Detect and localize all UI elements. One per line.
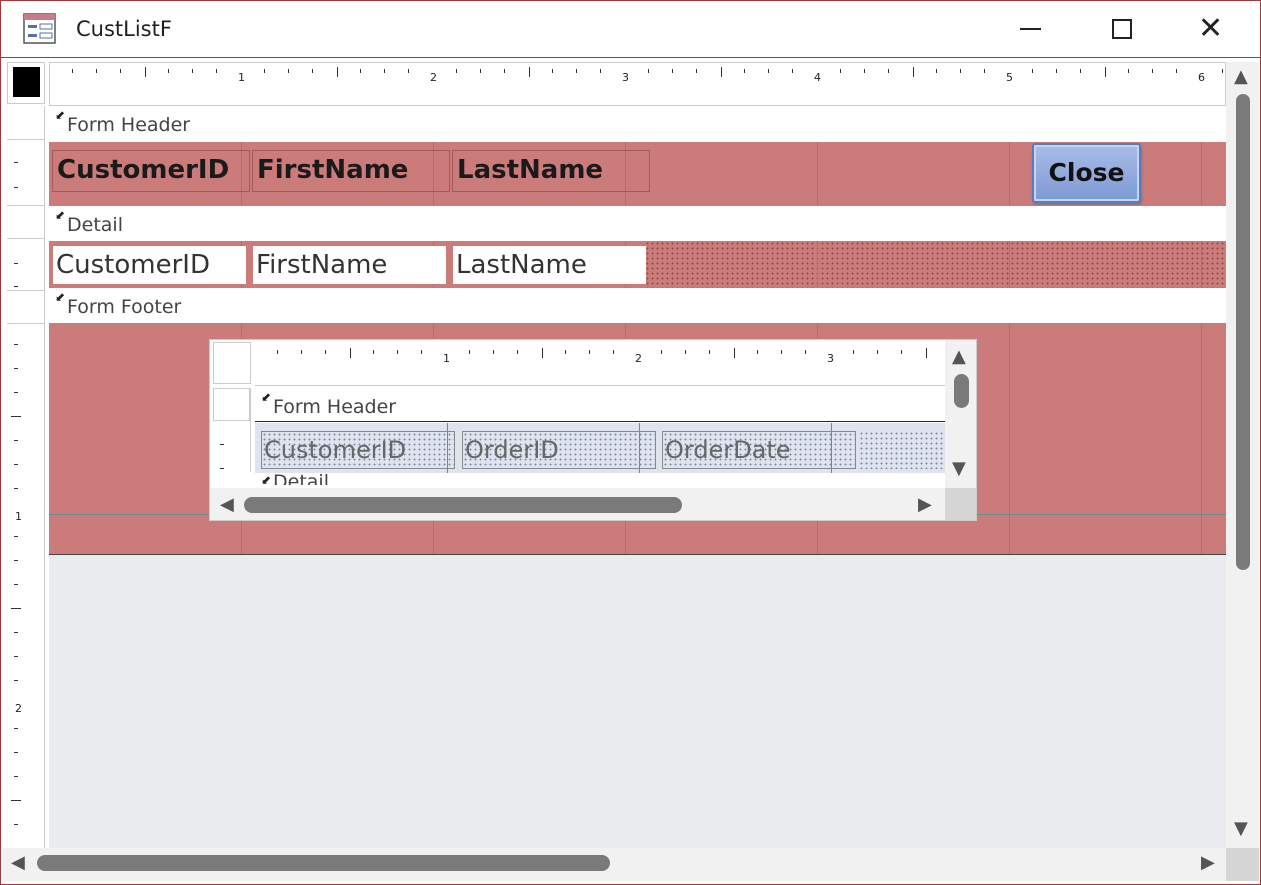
section-arrow-icon: ⬋ bbox=[261, 473, 272, 485]
minimize-icon[interactable] bbox=[1020, 28, 1041, 30]
scroll-left-arrow-icon[interactable]: ◀ bbox=[220, 496, 234, 514]
scroll-down-arrow-icon[interactable]: ▼ bbox=[952, 460, 966, 478]
section-arrow-icon: ⬋ bbox=[55, 290, 66, 304]
ruler-number: 1 bbox=[15, 510, 22, 523]
subform-label-orderdate[interactable]: OrderDate bbox=[662, 431, 856, 469]
form-icon bbox=[23, 13, 56, 44]
textbox-customerid[interactable]: CustomerID bbox=[53, 246, 246, 284]
ruler-number: 3 bbox=[827, 352, 834, 365]
subform-hscroll-thumb[interactable] bbox=[244, 497, 682, 513]
horizontal-ruler[interactable]: 1 2 3 4 5 6 bbox=[49, 62, 1226, 106]
section-selector-header[interactable] bbox=[7, 106, 44, 140]
detail-section[interactable]: CustomerID FirstName LastName bbox=[49, 241, 1226, 288]
subform-label-orderid[interactable]: OrderID bbox=[462, 431, 656, 469]
section-bar-form-footer[interactable]: ⬋ Form Footer bbox=[49, 288, 1226, 324]
subform-vertical-ruler[interactable] bbox=[213, 388, 251, 472]
header-label-lastname[interactable]: LastName bbox=[452, 150, 650, 192]
scroll-left-arrow-icon[interactable]: ◀ bbox=[11, 854, 25, 872]
scroll-right-arrow-icon[interactable]: ▶ bbox=[918, 496, 932, 514]
scroll-up-arrow-icon[interactable]: ▲ bbox=[1234, 68, 1248, 86]
section-arrow-icon: ⬋ bbox=[55, 208, 66, 222]
close-button[interactable]: Close bbox=[1032, 143, 1141, 203]
scroll-up-arrow-icon[interactable]: ▲ bbox=[952, 348, 966, 366]
section-arrow-icon: ⬋ bbox=[55, 108, 66, 122]
section-arrow-icon: ⬋ bbox=[261, 390, 272, 404]
textbox-lastname[interactable]: LastName bbox=[453, 246, 646, 284]
ruler-number: 3 bbox=[622, 71, 629, 84]
section-label: Detail bbox=[67, 214, 123, 236]
subform-section-label: Form Header bbox=[273, 396, 397, 418]
section-label: Form Header bbox=[67, 114, 191, 136]
subform-vscroll-thumb[interactable] bbox=[954, 374, 969, 408]
ruler-number: 2 bbox=[635, 352, 642, 365]
vscroll-thumb[interactable] bbox=[1236, 94, 1250, 570]
subform-vertical-scrollbar[interactable]: ▲ ▼ bbox=[945, 340, 976, 488]
subform-size-grip bbox=[945, 488, 976, 520]
scroll-right-arrow-icon[interactable]: ▶ bbox=[1201, 854, 1215, 872]
window-title: CustListF bbox=[76, 17, 172, 41]
section-label: Form Footer bbox=[67, 296, 182, 318]
ruler-number: 2 bbox=[15, 702, 22, 715]
subform-section-label: Detail bbox=[273, 473, 329, 485]
subform-section-selector[interactable] bbox=[213, 388, 250, 421]
size-grip bbox=[1226, 848, 1259, 881]
ruler-number: 1 bbox=[238, 71, 245, 84]
header-label-firstname[interactable]: FirstName bbox=[252, 150, 450, 192]
header-label-customerid[interactable]: CustomerID bbox=[52, 150, 250, 192]
scroll-down-arrow-icon[interactable]: ▼ bbox=[1234, 820, 1248, 838]
form-selector-box[interactable] bbox=[13, 67, 40, 97]
subform-section-bar-detail[interactable]: ⬋ Detail bbox=[255, 473, 945, 485]
section-selector-detail[interactable] bbox=[7, 205, 44, 239]
section-bar-form-header[interactable]: ⬋ Form Header bbox=[49, 106, 1226, 143]
maximize-icon[interactable] bbox=[1112, 19, 1132, 39]
design-surface[interactable]: ⬋ Form Header CustomerID FirstName LastN… bbox=[49, 106, 1226, 848]
ruler-number: 2 bbox=[430, 71, 437, 84]
subform-selector[interactable] bbox=[213, 342, 251, 384]
vertical-ruler[interactable]: 1 2 bbox=[7, 106, 45, 848]
hscroll-thumb[interactable] bbox=[37, 855, 610, 871]
close-icon[interactable]: ✕ bbox=[1198, 10, 1223, 48]
ruler-number: 4 bbox=[814, 71, 821, 84]
title-bar[interactable]: CustListF bbox=[1, 1, 1260, 58]
vertical-scrollbar[interactable]: ▲ ▼ bbox=[1226, 62, 1259, 848]
subform-horizontal-ruler[interactable]: 1 2 3 bbox=[255, 342, 945, 386]
subform-header-section[interactable]: CustomerID OrderID OrderDate bbox=[255, 423, 945, 473]
section-bar-detail[interactable]: ⬋ Detail bbox=[49, 206, 1226, 242]
subform-label-customerid[interactable]: CustomerID bbox=[261, 431, 455, 469]
subform-horizontal-scrollbar[interactable]: ◀ ▶ bbox=[210, 488, 945, 520]
subform-section-bar-header[interactable]: ⬋ Form Header bbox=[255, 388, 945, 422]
horizontal-scrollbar[interactable]: ◀ ▶ bbox=[3, 848, 1226, 881]
ruler-number: 1 bbox=[443, 352, 450, 365]
textbox-firstname[interactable]: FirstName bbox=[253, 246, 446, 284]
ruler-number: 5 bbox=[1006, 71, 1013, 84]
section-selector-footer[interactable] bbox=[7, 290, 44, 324]
ruler-number: 6 bbox=[1198, 71, 1205, 84]
subform-control[interactable]: 1 2 3 ⬋ Form Header CustomerID OrderID O… bbox=[209, 339, 977, 521]
